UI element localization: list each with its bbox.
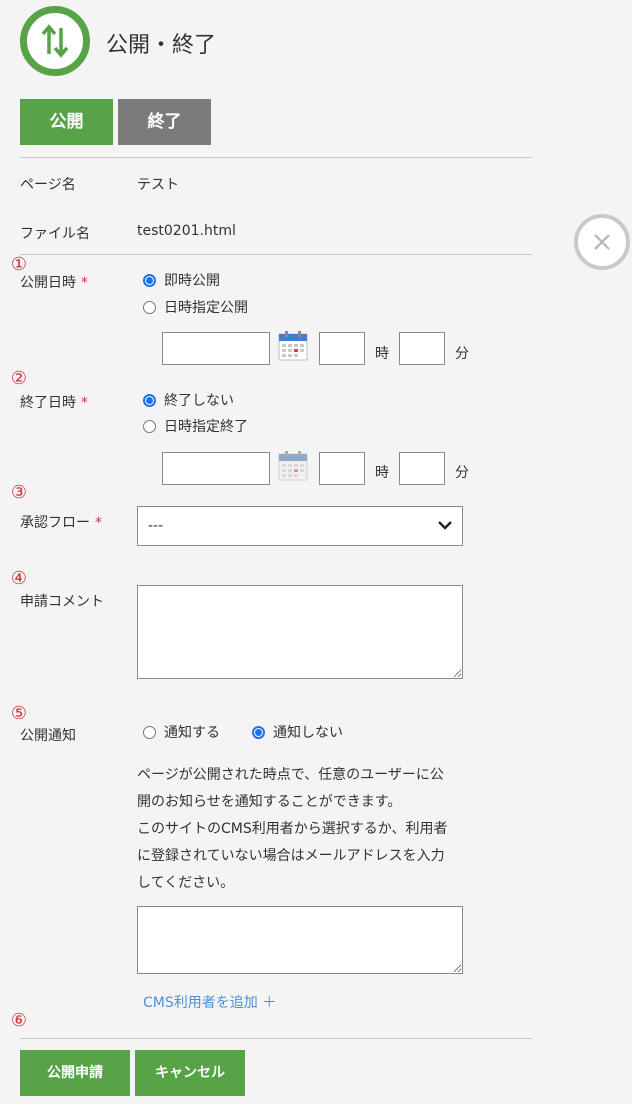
end-date-input[interactable] [162,452,270,485]
up-down-arrows-icon [20,6,90,76]
publish-hour-input[interactable] [319,332,365,365]
step-marker-4: ④ [10,568,28,589]
radio-unselected[interactable] [143,300,156,314]
radio-notify-no[interactable]: 通知しない [252,722,343,742]
submit-request-button[interactable]: 公開申請 [20,1050,130,1096]
step-marker-5: ⑤ [10,703,28,724]
radio-unselected[interactable] [143,725,156,739]
radio-label: 通知しない [273,725,343,741]
radio-label: 即時公開 [164,273,220,289]
divider [20,254,532,255]
notify-recipients-textarea[interactable] [137,906,463,974]
description-line: してください。 [137,875,235,891]
description-line: 開のお知らせを通知することができます。 [137,794,402,810]
step-marker-6: ⑥ [10,1010,28,1031]
radio-publish-scheduled[interactable]: 日時指定公開 [143,297,248,317]
chevron-down-icon [438,521,452,530]
description-line: に登録されていない場合はメールアドレスを入力 [137,848,445,864]
required-mark: * [81,395,88,411]
required-mark: * [95,515,102,531]
divider [20,157,532,158]
page-name-label: ページ名 [20,177,76,193]
required-mark: * [81,275,88,291]
tab-end[interactable]: 終了 [118,99,211,145]
page-name-value: テスト [137,177,179,193]
end-datetime-label: 終了日時 * [20,395,88,411]
hour-unit: 時 [375,346,389,362]
minute-unit: 分 [455,465,469,481]
end-hour-input[interactable] [319,452,365,485]
radio-label: 終了しない [164,393,234,409]
radio-label: 日時指定終了 [164,419,248,435]
radio-end-never[interactable]: 終了しない [143,390,234,410]
notify-label: 公開通知 [20,728,76,744]
publish-datetime-label: 公開日時 * [20,275,88,291]
end-minute-input[interactable] [399,452,445,485]
description-line: このサイトのCMS利用者から選択するか、利用者 [137,821,448,837]
approval-flow-select[interactable]: --- [137,506,463,546]
calendar-icon [278,451,308,481]
publish-minute-input[interactable] [399,332,445,365]
comment-label: 申請コメント [20,594,104,610]
file-name-label: ファイル名 [20,226,90,242]
hour-unit: 時 [375,465,389,481]
comment-textarea[interactable] [137,585,463,679]
radio-label: 日時指定公開 [164,300,248,316]
tab-publish[interactable]: 公開 [20,99,113,145]
cancel-button[interactable]: キャンセル [135,1050,245,1096]
radio-end-scheduled[interactable]: 日時指定終了 [143,416,248,436]
approval-flow-label: 承認フロー * [20,515,102,531]
minute-unit: 分 [455,346,469,362]
page-title: 公開・終了 [106,33,217,58]
radio-publish-immediate[interactable]: 即時公開 [143,270,220,290]
radio-notify-yes[interactable]: 通知する [143,722,220,742]
publish-date-input[interactable] [162,332,270,365]
radio-label: 通知する [164,725,220,741]
divider [20,1038,532,1039]
close-button[interactable] [574,214,630,270]
step-marker-2: ② [10,368,28,389]
select-value: --- [148,518,164,534]
radio-selected[interactable] [143,393,156,407]
add-cms-user-link[interactable]: CMS利用者を追加 ＋ [143,992,276,1012]
radio-unselected[interactable] [143,419,156,433]
close-icon [594,234,610,250]
description-line: ページが公開された時点で、任意のユーザーに公 [137,767,444,783]
file-name-value: test0201.html [137,223,236,239]
calendar-icon[interactable] [278,331,308,361]
step-marker-3: ③ [10,482,28,503]
notify-description: ページが公開された時点で、任意のユーザーに公 開のお知らせを通知することができま… [137,762,482,897]
radio-selected[interactable] [143,273,156,287]
radio-selected[interactable] [252,725,265,739]
